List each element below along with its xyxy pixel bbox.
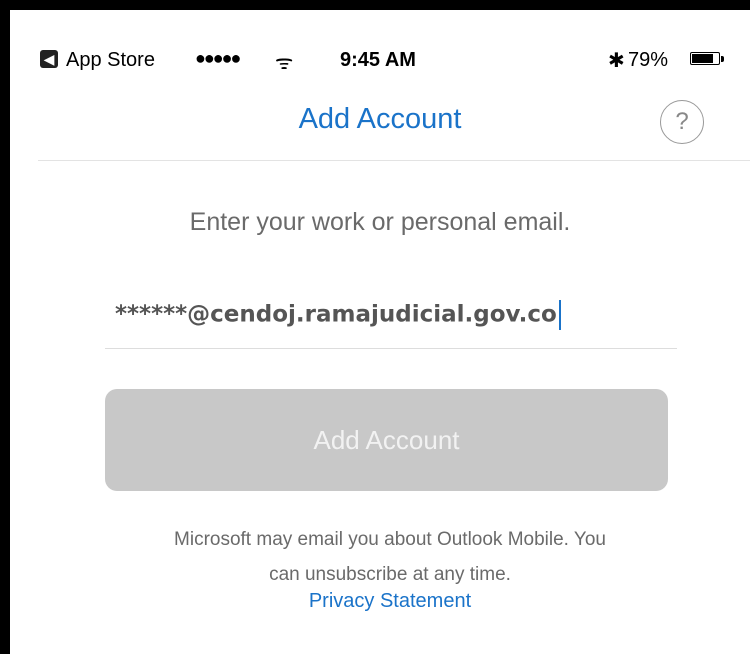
field-underline <box>105 348 677 349</box>
battery-icon <box>690 52 724 65</box>
bluetooth-icon: ✱ <box>608 50 625 72</box>
status-bar: ◀ App Store ●●●●● ᯤ 9:45 AM ✱ 79% <box>10 10 750 74</box>
back-to-app-icon[interactable]: ◀ <box>40 50 58 68</box>
back-to-app-label[interactable]: App Store <box>66 49 155 72</box>
battery-percent: 79% <box>628 49 669 71</box>
status-time: 9:45 AM <box>340 49 416 71</box>
screen: ◀ App Store ●●●●● ᯤ 9:45 AM ✱ 79% Add Ac… <box>10 10 750 654</box>
instruction-text: Enter your work or personal email. <box>189 208 571 236</box>
email-field[interactable]: ******@cendoj.ramajudicial.gov.co <box>115 292 675 352</box>
help-button[interactable]: ? <box>660 100 704 144</box>
nav-divider <box>38 160 750 161</box>
wifi-icon: ᯤ <box>275 52 294 74</box>
signal-icon: ●●●●● <box>195 48 241 68</box>
page-title: Add Account <box>298 103 462 135</box>
disclaimer-line-1: Microsoft may email you about Outlook Mo… <box>174 529 606 550</box>
disclaimer-text: Microsoft may email you about Outlook Mo… <box>100 522 680 592</box>
privacy-statement-link[interactable]: Privacy Statement <box>10 590 750 613</box>
disclaimer-line-2: can unsubscribe at any time. <box>269 564 511 585</box>
text-cursor <box>558 300 561 330</box>
add-account-button[interactable]: Add Account <box>105 389 668 491</box>
email-value: ******@cendoj.ramajudicial.gov.co <box>115 301 557 328</box>
